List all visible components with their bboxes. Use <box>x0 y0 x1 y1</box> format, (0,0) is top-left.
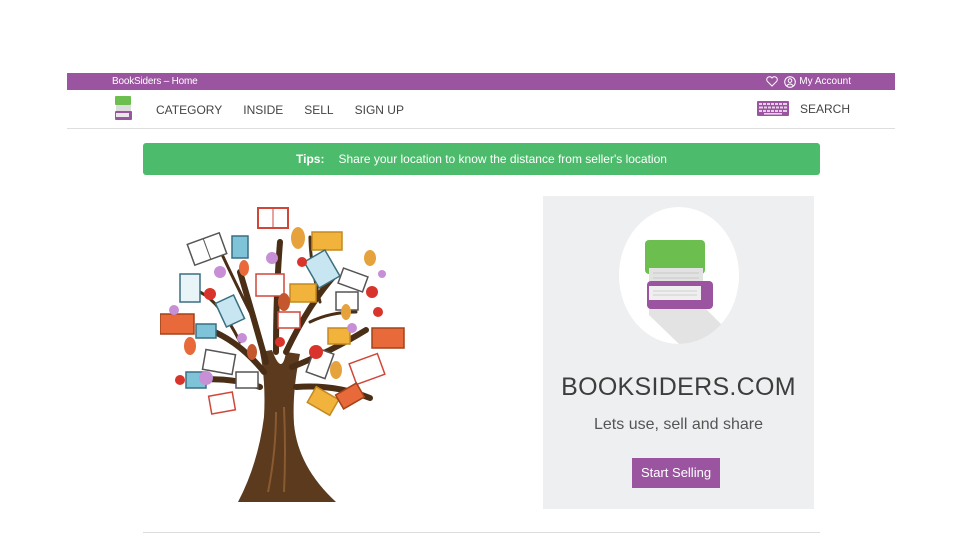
search-button[interactable]: SEARCH <box>800 91 850 128</box>
top-bar: BookSiders – Home My Account <box>67 73 895 90</box>
tips-banner: Tips: Share your location to know the dis… <box>143 143 820 175</box>
nav-item-sell[interactable]: SELL <box>304 103 333 117</box>
my-account-link[interactable]: My Account <box>784 73 851 90</box>
breadcrumb[interactable]: BookSiders – Home <box>112 73 198 90</box>
nav-item-sign-up[interactable]: SIGN UP <box>355 103 404 117</box>
start-selling-button[interactable]: Start Selling <box>632 458 720 488</box>
brand-title: BOOKSIDERS.COM <box>561 373 796 401</box>
books-logo-large-icon <box>619 207 739 344</box>
tips-label: Tips: <box>296 152 325 166</box>
main-nav: CATEGORY INSIDE SELL SIGN UP SEARCH <box>67 91 895 129</box>
nav-item-category[interactable]: CATEGORY <box>156 103 222 117</box>
nav-item-inside[interactable]: INSIDE <box>243 103 283 117</box>
promo-panel: BOOKSIDERS.COM Lets use, sell and share … <box>543 196 814 509</box>
keyboard-icon[interactable] <box>757 101 789 121</box>
tips-text: Share your location to know the distance… <box>338 152 667 166</box>
heart-icon[interactable] <box>766 76 779 87</box>
account-area: My Account <box>766 73 851 90</box>
book-tree-illustration <box>159 202 410 509</box>
my-account-label: My Account <box>799 76 851 87</box>
footer-divider <box>143 532 820 533</box>
books-logo-icon[interactable] <box>114 95 134 128</box>
tagline: Lets use, sell and share <box>594 416 763 433</box>
user-icon <box>784 75 797 88</box>
nav-menu: CATEGORY INSIDE SELL SIGN UP <box>156 91 404 128</box>
